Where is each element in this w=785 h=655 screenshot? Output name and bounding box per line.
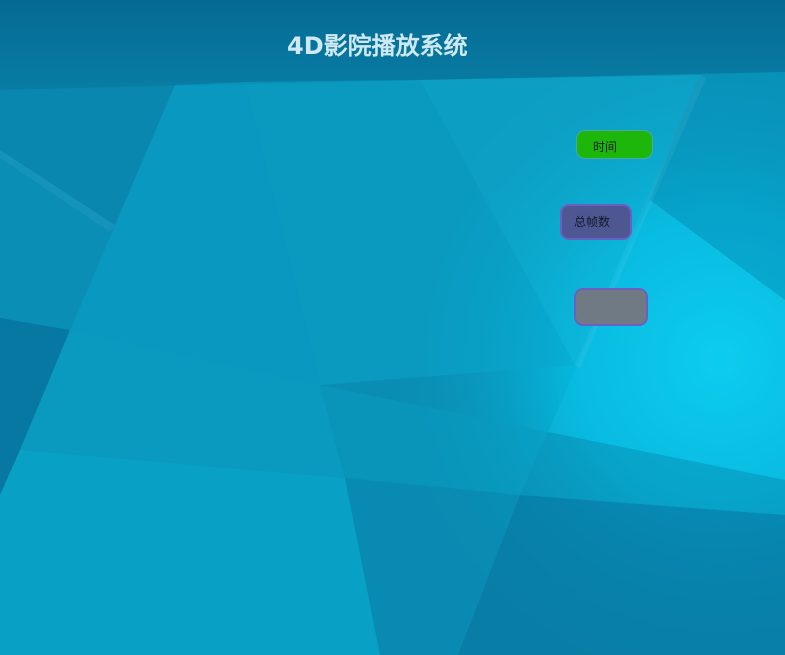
total-frames-label: 总帧数 bbox=[574, 215, 611, 229]
total-frames-button[interactable]: 总帧数 bbox=[560, 204, 632, 240]
value-field[interactable] bbox=[574, 288, 648, 326]
background-image bbox=[0, 0, 785, 655]
time-button-label: 时间 bbox=[593, 140, 618, 154]
app-title: 4D影院播放系统 bbox=[287, 32, 468, 60]
main-window: 4D影院播放系统 时间 总帧数 bbox=[0, 0, 785, 655]
time-button[interactable]: 时间 bbox=[576, 130, 653, 159]
